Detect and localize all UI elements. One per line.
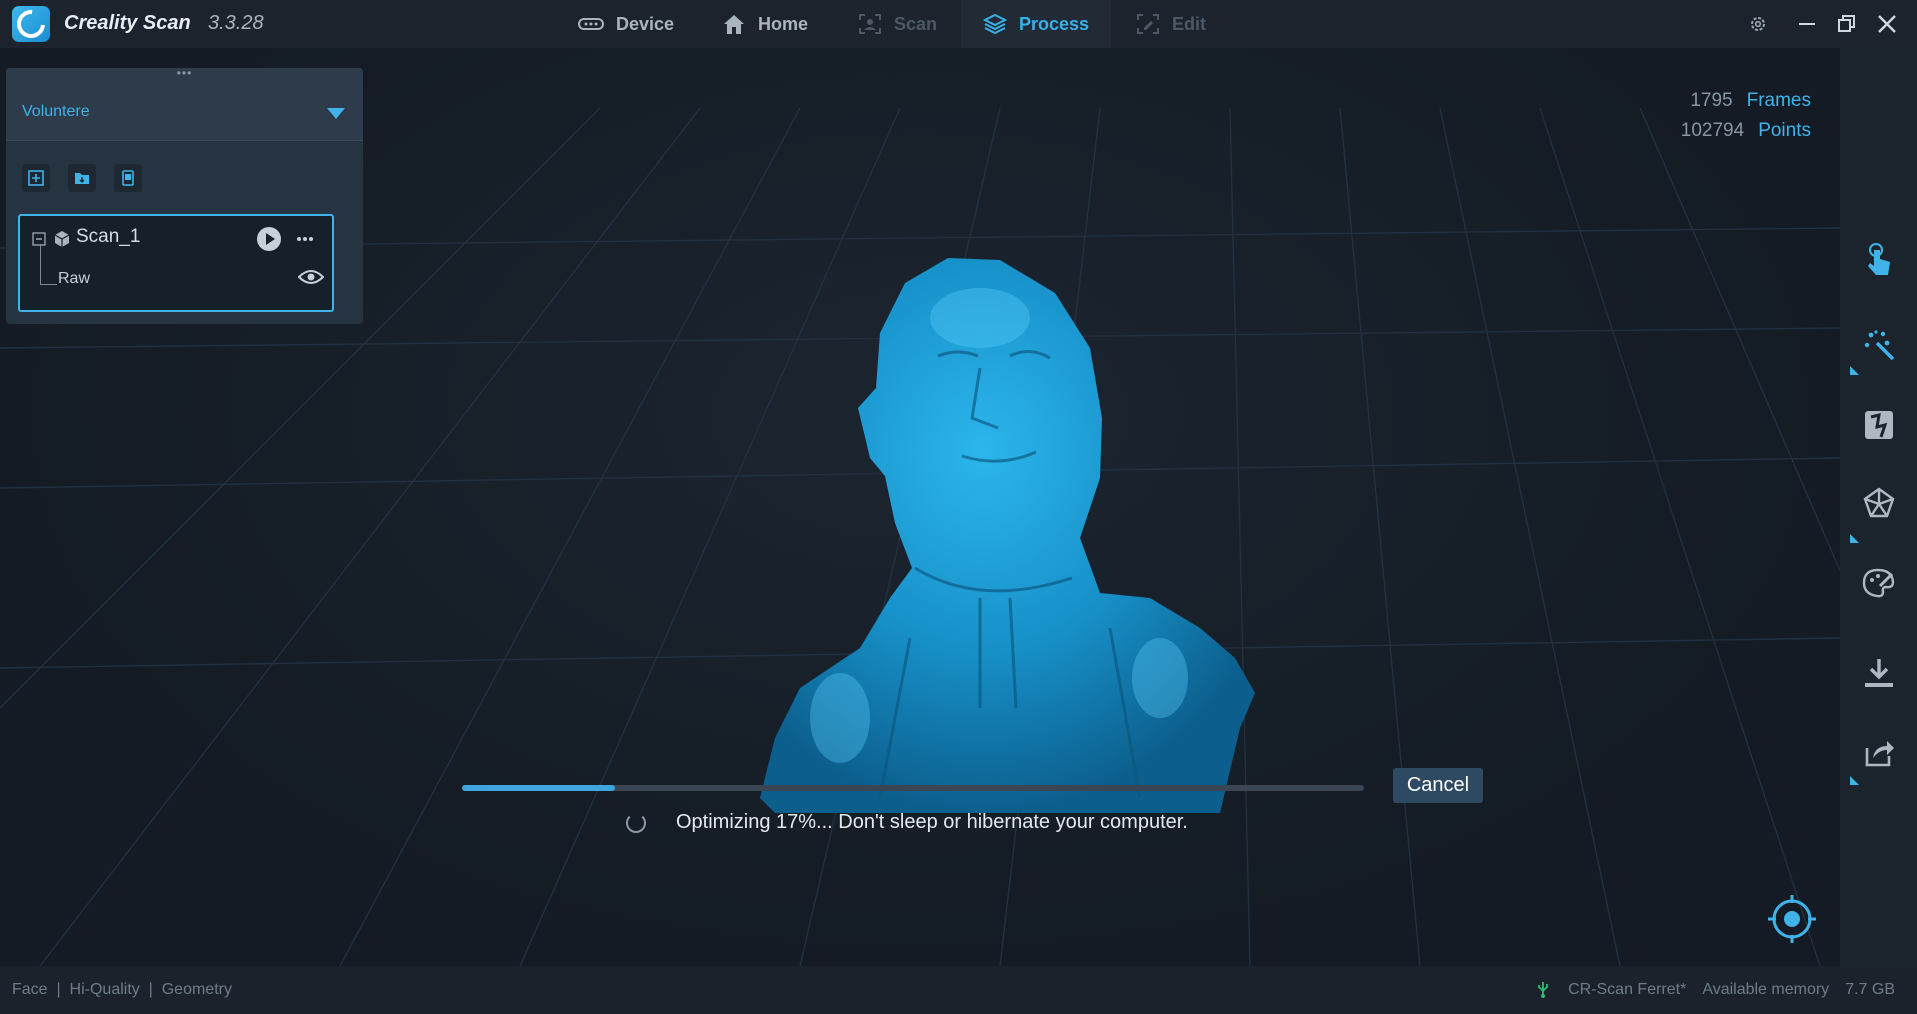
minimize-icon — [1799, 23, 1815, 25]
share-tool-button[interactable] — [1858, 732, 1900, 774]
select-tool-button[interactable] — [1858, 238, 1900, 280]
scan-mode-info: Face | Hi-Quality | Geometry — [12, 981, 232, 999]
document-icon — [122, 170, 134, 186]
tab-edit-label: Edit — [1172, 13, 1206, 34]
tab-home-label: Home — [758, 13, 809, 34]
mesh-fuse-icon — [1865, 411, 1893, 439]
optimize-tool-button[interactable] — [1858, 324, 1900, 366]
expand-indicator — [1850, 366, 1859, 375]
restore-icon — [1838, 15, 1855, 32]
add-model-icon — [28, 170, 44, 186]
more-options-icon[interactable] — [296, 236, 314, 242]
device-info: CR-Scan Ferret* Available memory 7.7 GB — [1534, 981, 1895, 999]
project-info-button[interactable] — [114, 164, 142, 192]
minimize-button[interactable] — [1791, 8, 1823, 40]
tab-process[interactable]: Process — [961, 0, 1111, 48]
tab-device-label: Device — [616, 13, 675, 34]
folder-import-icon — [75, 173, 89, 184]
scan-quality: Hi-Quality — [69, 981, 140, 998]
settings-button[interactable] — [1742, 8, 1774, 40]
gear-icon — [1751, 17, 1765, 31]
eye-icon[interactable] — [298, 268, 324, 286]
loading-spinner-icon — [626, 813, 646, 833]
usb-icon — [1538, 982, 1548, 998]
project-panel: ••• Voluntere Scan_1 Raw — [6, 67, 363, 324]
project-dropdown[interactable]: Voluntere — [6, 84, 363, 141]
frames-label: Frames — [1746, 90, 1811, 111]
scan-mode: Face — [12, 981, 48, 998]
touch-hand-icon — [1868, 243, 1890, 275]
home-icon — [724, 15, 744, 34]
tab-scan[interactable]: Scan — [858, 0, 968, 48]
tab-process-label: Process — [1018, 13, 1090, 34]
title-bar: Creality Scan 3.3.28 Device Home Scan Pr… — [0, 0, 1917, 48]
magic-wand-icon — [1864, 330, 1895, 361]
restore-button[interactable] — [1831, 8, 1863, 40]
tab-home[interactable]: Home — [722, 0, 832, 48]
texture-palette-icon — [1862, 568, 1895, 598]
scan-mesh-model[interactable] — [680, 238, 1260, 818]
dropdown-caret-icon — [327, 108, 345, 119]
new-scan-button[interactable] — [22, 164, 50, 192]
close-button[interactable] — [1871, 8, 1903, 40]
progress-bar — [462, 785, 1364, 791]
app-version: 3.3.28 — [208, 12, 264, 34]
app-logo-icon — [11, 4, 51, 44]
scan-name: Scan_1 — [76, 226, 141, 247]
separator: | — [144, 981, 158, 998]
right-toolbar — [1840, 48, 1917, 966]
scan-list-item[interactable]: Scan_1 Raw — [18, 214, 334, 312]
cancel-button[interactable]: Cancel — [1393, 768, 1483, 803]
scan-type: Geometry — [161, 981, 232, 998]
export-download-icon — [1865, 659, 1893, 687]
expand-indicator — [1850, 776, 1859, 785]
points-count: 102794 — [1680, 120, 1745, 141]
mesh-tool-button[interactable] — [1858, 482, 1900, 524]
tree-connector — [40, 244, 57, 285]
export-tool-button[interactable] — [1858, 652, 1900, 694]
texture-tool-button[interactable] — [1858, 562, 1900, 604]
share-icon — [1865, 741, 1894, 767]
play-icon[interactable] — [256, 226, 282, 252]
progress-message: Optimizing 17%... Don't sleep or hiberna… — [676, 811, 1188, 833]
layers-icon — [982, 13, 1007, 35]
scan-stats: 1795 Frames 102794 Points — [1681, 86, 1811, 146]
crosshair-target-icon — [1768, 895, 1816, 943]
project-name: Voluntere — [22, 103, 90, 120]
memory-label: Available memory — [1702, 981, 1830, 998]
edit-icon — [1137, 14, 1159, 34]
reset-view-button[interactable] — [1766, 893, 1818, 945]
device-icon — [578, 18, 604, 30]
panel-drag-handle[interactable]: ••• — [6, 67, 363, 84]
tab-device[interactable]: Device — [578, 0, 698, 48]
tab-scan-label: Scan — [894, 13, 938, 34]
points-label: Points — [1758, 120, 1811, 141]
app-name: Creality Scan — [64, 12, 191, 34]
polygon-mesh-icon — [1863, 487, 1895, 518]
status-bar: Face | Hi-Quality | Geometry CR-Scan Fer… — [0, 966, 1917, 1014]
import-button[interactable] — [68, 164, 96, 192]
tab-edit[interactable]: Edit — [1136, 0, 1236, 48]
expand-indicator — [1850, 534, 1859, 543]
progress-fill — [462, 785, 616, 791]
memory-value: 7.7 GB — [1845, 981, 1895, 998]
fuse-tool-button[interactable] — [1858, 404, 1900, 446]
scan-child-raw[interactable]: Raw — [58, 270, 90, 288]
frames-count: 1795 — [1690, 90, 1733, 111]
close-icon — [1878, 15, 1896, 33]
separator: | — [52, 981, 66, 998]
scan-frame-icon — [859, 14, 881, 34]
device-name: CR-Scan Ferret* — [1568, 981, 1687, 998]
